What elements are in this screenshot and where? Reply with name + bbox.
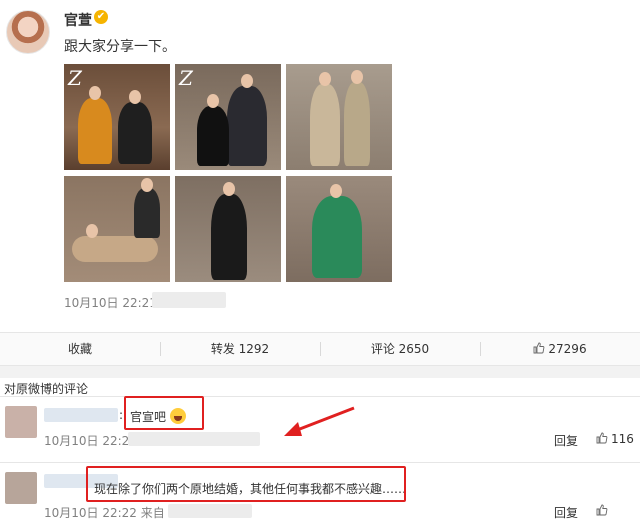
like-button[interactable]: 27296 xyxy=(480,333,640,365)
highlight-box xyxy=(124,396,204,430)
comment-like-button[interactable]: 2821 xyxy=(596,504,640,520)
magazine-logo: Z xyxy=(68,66,82,90)
post-timestamp[interactable]: 10月10日 22:21 xyxy=(64,294,157,311)
comment-button[interactable]: 评论 2650 xyxy=(320,333,480,365)
comment-timestamp: 10月10日 22:21 xyxy=(44,434,137,448)
photo-4[interactable] xyxy=(64,176,170,282)
reply-button[interactable]: 回复 xyxy=(554,432,578,449)
comments-section-title: 对原微博的评论 xyxy=(4,382,89,396)
blurred-source xyxy=(168,504,252,518)
post-text: 跟大家分享一下。 xyxy=(64,39,176,55)
comment-like-button[interactable]: 116 xyxy=(596,432,634,446)
photo-grid: Z Z xyxy=(64,64,392,282)
photo-2[interactable]: Z xyxy=(175,64,281,170)
weibo-post: 官萱 ✔ 跟大家分享一下。 Z Z 10月10日 22:21 xyxy=(0,0,640,330)
thumbs-up-icon xyxy=(533,342,545,354)
forward-button[interactable]: 转发 1292 xyxy=(160,333,320,365)
photo-3[interactable] xyxy=(286,64,392,170)
section-gap xyxy=(0,366,640,378)
reply-button[interactable]: 回复 xyxy=(554,504,578,520)
thumbs-up-icon xyxy=(596,432,608,444)
action-bar: 收藏 转发 1292 评论 2650 27296 xyxy=(0,333,640,365)
blurred-source xyxy=(152,292,226,308)
thumbs-up-icon xyxy=(596,504,608,516)
blurred-username xyxy=(44,408,118,422)
commenter-avatar[interactable] xyxy=(5,472,37,504)
commenter-avatar[interactable] xyxy=(5,406,37,438)
highlight-box xyxy=(86,466,406,502)
post-username[interactable]: 官萱 xyxy=(64,10,92,30)
photo-1[interactable]: Z xyxy=(64,64,170,170)
photo-5[interactable] xyxy=(175,176,281,282)
user-avatar[interactable] xyxy=(6,10,50,54)
blurred-source xyxy=(128,432,260,446)
photo-6[interactable] xyxy=(286,176,392,282)
red-arrow-icon xyxy=(284,406,355,436)
favorite-button[interactable]: 收藏 xyxy=(0,333,160,365)
like-count: 27296 xyxy=(548,342,587,356)
comment-timestamp: 10月10日 22:22 来自 xyxy=(44,506,165,520)
verified-badge-icon: ✔ xyxy=(94,10,108,24)
